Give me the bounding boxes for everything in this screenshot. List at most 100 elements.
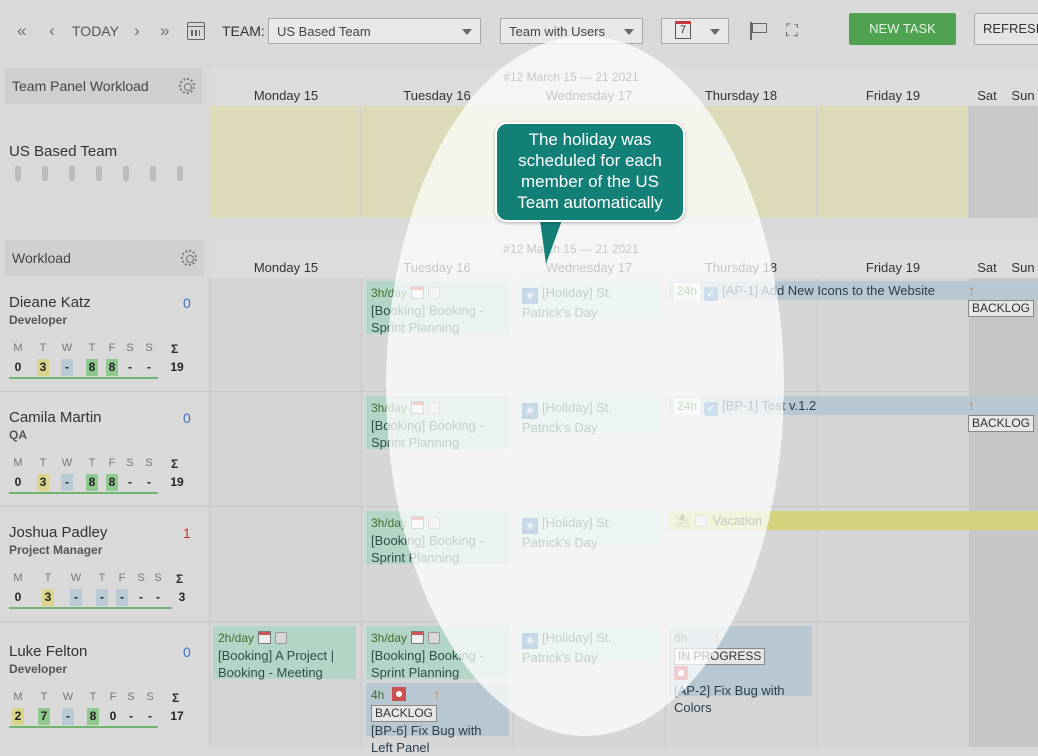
- booking-card[interactable]: 3h/day [Booking] Booking - Sprint Planni…: [366, 281, 509, 335]
- member-name[interactable]: Camila Martin: [9, 409, 102, 426]
- weekday-letter: W: [70, 572, 82, 584]
- expand-icon[interactable]: ⛶: [786, 22, 798, 40]
- task-card[interactable]: 4h ↑ BACKLOG [BP-6] Fix Bug with Left Pa…: [366, 683, 509, 755]
- weekday-letter: T: [44, 572, 52, 584]
- status-badge: BACKLOG: [968, 415, 1035, 432]
- task-hours: 24h: [674, 283, 701, 300]
- weekday-letter: S: [145, 342, 153, 354]
- day-label: Sat: [977, 88, 997, 103]
- checkbox-icon[interactable]: [428, 287, 441, 299]
- team-day-cell[interactable]: [817, 106, 969, 218]
- week-value: 3: [37, 474, 49, 491]
- calendar-grid-icon[interactable]: [187, 22, 205, 40]
- booking-card[interactable]: 3h/day [Booking] Booking - Sprint Planni…: [366, 511, 509, 565]
- checkbox-icon[interactable]: [428, 517, 441, 529]
- booking-card[interactable]: 3h/day [Booking] Booking - Sprint Planni…: [366, 396, 509, 450]
- week-value: 0: [14, 590, 22, 604]
- sigma-label: Σ: [171, 342, 179, 356]
- weekday-letter: M: [13, 457, 23, 469]
- holiday-card[interactable]: ✳ [Holiday] St. Patrick's Day: [517, 396, 660, 435]
- week-value: -: [128, 360, 132, 374]
- check-icon: ✓: [704, 402, 719, 416]
- week-total: 17: [170, 709, 184, 723]
- team-select[interactable]: US Based Team: [268, 18, 481, 44]
- member-name[interactable]: Joshua Padley: [9, 524, 107, 541]
- checkbox-icon[interactable]: [275, 632, 288, 644]
- weekday-letter: S: [145, 457, 153, 469]
- flag-icon[interactable]: [750, 22, 767, 40]
- status-badge: BACKLOG: [371, 705, 438, 722]
- week-value: -: [147, 475, 151, 489]
- chevron-down-icon: [462, 29, 472, 35]
- beach-umbrella-icon: ⛱: [674, 513, 691, 528]
- workload-header: Workload: [5, 240, 204, 276]
- member-name[interactable]: Luke Felton: [9, 643, 87, 660]
- new-task-button[interactable]: NEW TASK: [849, 13, 956, 45]
- team-week-header: #12 March 15 — 21 2021 Monday 15 Tuesday…: [211, 68, 1038, 106]
- day-label: Thursday 18: [704, 260, 778, 275]
- weekday-letter: T: [89, 691, 97, 703]
- double-chevron-right-icon[interactable]: »: [160, 20, 169, 42]
- weekday-letter: T: [88, 342, 96, 354]
- weekday-letter: S: [126, 457, 134, 469]
- week-value: -: [61, 474, 73, 491]
- weekday-letter: T: [39, 457, 47, 469]
- vacation-title: Vacation: [712, 513, 763, 528]
- task-card[interactable]: 8h ↑ IN PROGRESS [AP-2] Fix Bug with Col…: [669, 626, 812, 715]
- task-bar[interactable]: 24h ✓ [AP-1] Add New Icons to the Website …: [669, 281, 1038, 317]
- holiday-card[interactable]: ✳ [Holiday] St. Patrick's Day: [517, 626, 660, 665]
- chevron-down-icon: [624, 29, 634, 35]
- team-day-cell[interactable]: [1007, 106, 1038, 218]
- refresh-button[interactable]: REFRESH: [974, 13, 1038, 45]
- member-name[interactable]: Dieane Katz: [9, 294, 91, 311]
- gear-icon[interactable]: [179, 78, 195, 94]
- task-hours: 8h: [674, 631, 688, 645]
- booking-title: [Booking] Booking - Sprint Planning: [371, 303, 484, 335]
- gear-icon[interactable]: [181, 250, 197, 266]
- weekday-letter: S: [137, 572, 145, 584]
- team-day-cell[interactable]: [969, 106, 1007, 218]
- booking-title: [Booking] Booking - Sprint Planning: [371, 418, 484, 450]
- chevron-left-icon[interactable]: ‹: [49, 20, 55, 42]
- task-bar[interactable]: 24h ✓ [BP-1] Test v.1.2 ↑ BACKLOG: [669, 396, 1038, 432]
- vacation-bar[interactable]: ⛱ Vacation: [669, 511, 1038, 530]
- sigma-label: Σ: [176, 572, 184, 586]
- team-day-cell[interactable]: [361, 106, 513, 218]
- view-select[interactable]: Team with Users: [500, 18, 643, 44]
- week-value: -: [96, 589, 108, 606]
- week-value: -: [62, 708, 74, 725]
- checkbox-icon[interactable]: [428, 632, 441, 644]
- row-divider: [0, 506, 1038, 507]
- chevron-right-icon[interactable]: ›: [134, 20, 140, 42]
- week-value: 0: [14, 360, 22, 374]
- team-day-cell[interactable]: [209, 106, 361, 218]
- calendar-edit-icon: [411, 516, 425, 529]
- calendar-edit-icon: [411, 286, 425, 299]
- holiday-callout: The holiday was scheduled for each membe…: [495, 122, 685, 222]
- day-label: Friday 19: [865, 260, 921, 275]
- day-label: Sat: [977, 260, 997, 275]
- member-task-count: 0: [183, 410, 191, 426]
- week-value: 8: [87, 708, 99, 725]
- weekday-letter: M: [13, 342, 23, 354]
- checkbox-icon[interactable]: [428, 402, 441, 414]
- weekday-letter: T: [39, 342, 47, 354]
- weekday-letter: W: [62, 691, 74, 703]
- day-label: Tuesday 16: [403, 260, 471, 275]
- holiday-card[interactable]: ✳ [Holiday] St. Patrick's Day: [517, 281, 660, 320]
- day-select[interactable]: 7: [661, 18, 729, 44]
- booking-card[interactable]: 3h/day [Booking] Booking - Sprint Planni…: [366, 626, 509, 680]
- calendar-edit-icon: [258, 631, 272, 644]
- weekday-letter: F: [108, 457, 116, 469]
- week-value: 0: [14, 475, 22, 489]
- task-title: [AP-1] Add New Icons to the Website: [722, 283, 935, 298]
- checkbox-icon[interactable]: [694, 515, 707, 527]
- booking-card[interactable]: 2h/day [Booking] A Project | Booking - M…: [213, 626, 356, 680]
- team-day-cell[interactable]: [665, 106, 817, 218]
- week-label: #12 March 15 — 21 2021: [503, 242, 639, 256]
- holiday-card[interactable]: ✳ [Holiday] St. Patrick's Day: [517, 511, 660, 550]
- booking-rate: 3h/day: [371, 401, 408, 415]
- today-button[interactable]: TODAY: [72, 23, 119, 39]
- weekday-letter: T: [40, 691, 48, 703]
- double-chevron-left-icon[interactable]: «: [17, 20, 26, 42]
